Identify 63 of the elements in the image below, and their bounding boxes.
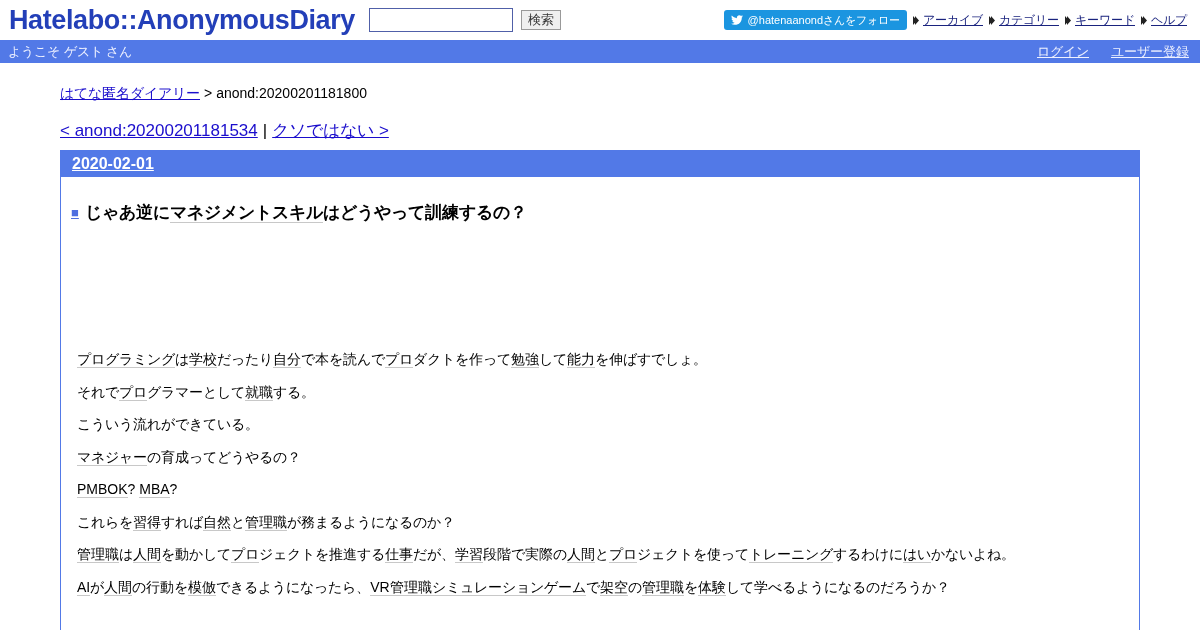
keyword-link[interactable]: 体験 [697,578,726,596]
account-link[interactable]: ユーザー登録 [1111,41,1189,62]
site-logo[interactable]: Hatelabo::AnonymousDiary [9,5,355,35]
paragraph: プログラミングは学校だったり 自分で本を読んでプロ ダクトを作って勉強して能力 を伸ばすでしょ。 [77,350,708,369]
keyword-link[interactable]: 管理職 [77,546,119,563]
paragraph: マネジャーの育成ってどうやるの？ [77,447,302,467]
entry-title: ■ じゃあ逆にマネジメントスキルはどうやって訓練するの？ [71,201,1123,225]
keyword-link[interactable]: 勉強 [511,351,539,368]
permalink-mark[interactable]: ■ [71,201,79,225]
keyword-link[interactable]: 就職 [245,383,273,401]
paragraph: AIが人間の行動を模倣できるようになったら、VR管理職シミュレーションゲームで架空の管理職を体験 して学べるようになるのだろうか？ [77,577,951,597]
keyword-link[interactable]: はい [903,546,931,563]
account-link[interactable]: ログイン [1037,41,1089,62]
keyword-link[interactable]: VR管理職シミュレーションゲーム [370,578,586,596]
keyword-link[interactable]: 自分 [273,351,301,368]
keyword-link[interactable]: プロ [119,383,147,401]
nav-link[interactable]: キーワード [1075,11,1135,29]
keyword-link[interactable]: PMBOK [77,481,128,498]
keyword-link[interactable]: 管理職 [245,513,287,531]
chevron-icon [1141,15,1147,25]
nav-link[interactable]: アーカイブ [923,11,983,29]
keyword-link[interactable]: 人間 [104,578,133,596]
search-button[interactable]: 検索 [520,10,561,30]
keyword-link[interactable]: プロ [609,546,637,563]
nav-link[interactable]: カテゴリー [999,11,1059,29]
keyword-link[interactable]: マネジメントスキル [169,203,323,223]
paragraph: それでプロ グラマーとして就職する。 [77,382,316,402]
chevron-icon [1065,15,1071,25]
chevron-icon [913,15,919,25]
keyword-link[interactable]: トレーニング [749,546,833,563]
keyword-link[interactable]: プロ [385,351,413,368]
paragraph: これらを習得すれば自然 と管理職が務まるようになるのか？ [77,512,456,532]
breadcrumb-separator: > [204,84,213,102]
bird-icon [730,14,743,26]
next-entry-link[interactable]: クソではない > [272,120,389,142]
keyword-link[interactable]: プログラミング [77,351,175,368]
search-field[interactable] [368,8,513,32]
date-link[interactable]: 2020-02-01 [72,152,154,176]
keyword-link[interactable]: 模倣 [188,578,217,596]
keyword-link[interactable]: 仕事 [385,546,413,563]
keyword-link[interactable]: 自然 [203,513,231,531]
breadcrumb-current: anond:20200201181800 [216,84,367,102]
keyword-link[interactable]: AI [77,578,91,596]
keyword-link[interactable]: マネジャー [77,448,147,466]
keyword-link[interactable]: 人間 [133,546,161,563]
keyword-link[interactable]: 習得 [133,513,161,531]
keyword-link[interactable]: 学習 [455,546,483,563]
keyword-link[interactable]: MBA [139,481,170,498]
greeting-text: ようこそ ゲスト さん [8,42,133,61]
keyword-link[interactable]: 能力 [567,351,595,368]
paragraph: こういう流れができている。 [77,415,260,434]
keyword-link[interactable]: プロ [231,546,259,563]
paragraph: PMBOK? MBA? [77,480,179,499]
paragraph: 管理職は人間を動かして プロ ジェクトを推進する仕事だが、学習段階で実際の人間 と プロ ジェクトを使って トレーニングするわけにはいかないよね。 [77,545,1016,564]
pager-separator: | [262,120,268,142]
chevron-icon [989,15,995,25]
keyword-link[interactable]: 管理職 [641,578,684,596]
keyword-link[interactable]: 架空 [599,578,628,596]
nav-link[interactable]: ヘルプ [1151,11,1187,29]
previous-entry-link[interactable]: < anond:20200201181534 [60,120,258,142]
breadcrumb-link[interactable]: はてな匿名ダイアリー [60,84,200,102]
keyword-link[interactable]: 学校 [189,351,217,368]
keyword-link[interactable]: 人間 [567,546,595,563]
